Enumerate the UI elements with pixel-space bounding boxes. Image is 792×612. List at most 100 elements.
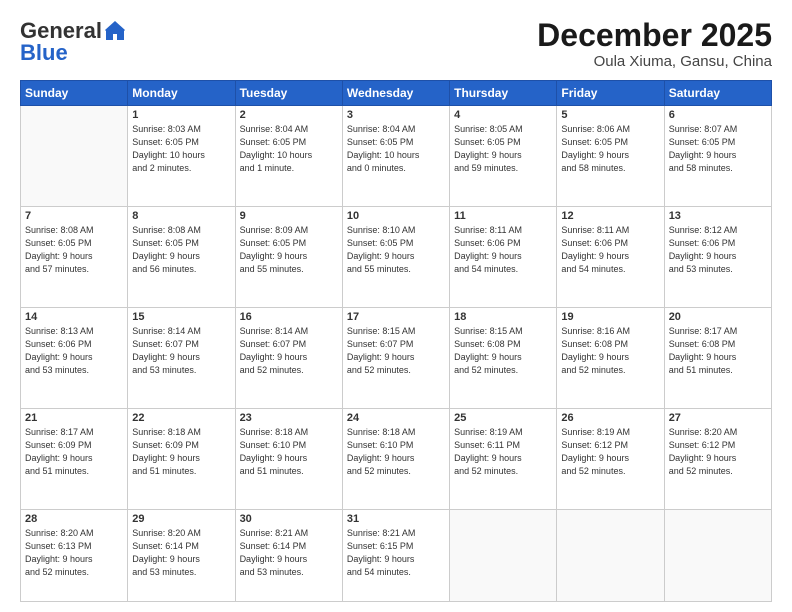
day-info: Sunrise: 8:18 AMSunset: 6:09 PMDaylight:… bbox=[132, 426, 230, 478]
day-number: 29 bbox=[132, 513, 230, 525]
day-number: 1 bbox=[132, 109, 230, 121]
table-row: 18 Sunrise: 8:15 AMSunset: 6:08 PMDayligh… bbox=[450, 307, 557, 408]
table-row: 21 Sunrise: 8:17 AMSunset: 6:09 PMDayligh… bbox=[21, 408, 128, 509]
day-number: 19 bbox=[561, 311, 659, 323]
day-info: Sunrise: 8:12 AMSunset: 6:06 PMDaylight:… bbox=[669, 224, 767, 276]
day-number: 13 bbox=[669, 210, 767, 222]
table-row: 5 Sunrise: 8:06 AMSunset: 6:05 PMDaylight… bbox=[557, 106, 664, 207]
table-row: 29 Sunrise: 8:20 AMSunset: 6:14 PMDayligh… bbox=[128, 509, 235, 601]
day-number: 24 bbox=[347, 412, 445, 424]
day-number: 14 bbox=[25, 311, 123, 323]
day-info: Sunrise: 8:03 AMSunset: 6:05 PMDaylight:… bbox=[132, 123, 230, 175]
table-row: 22 Sunrise: 8:18 AMSunset: 6:09 PMDayligh… bbox=[128, 408, 235, 509]
page: General Blue December 2025 Oula Xiuma, G… bbox=[0, 0, 792, 612]
header: General Blue December 2025 Oula Xiuma, G… bbox=[20, 18, 772, 70]
day-info: Sunrise: 8:06 AMSunset: 6:05 PMDaylight:… bbox=[561, 123, 659, 175]
table-row bbox=[450, 509, 557, 601]
table-row: 8Sunrise: 8:08 AMSunset: 6:05 PMDaylight… bbox=[128, 207, 235, 308]
day-number: 27 bbox=[669, 412, 767, 424]
day-info: Sunrise: 8:15 AMSunset: 6:08 PMDaylight:… bbox=[454, 325, 552, 377]
table-row: 28 Sunrise: 8:20 AMSunset: 6:13 PMDayligh… bbox=[21, 509, 128, 601]
month-title: December 2025 bbox=[537, 18, 772, 53]
day-number: 26 bbox=[561, 412, 659, 424]
day-number: 5 bbox=[561, 109, 659, 121]
table-row: 9 Sunrise: 8:09 AMSunset: 6:05 PMDaylight… bbox=[235, 207, 342, 308]
day-info: Sunrise: 8:09 AMSunset: 6:05 PMDaylight:… bbox=[240, 224, 338, 276]
day-info: Sunrise: 8:20 AMSunset: 6:14 PMDaylight:… bbox=[132, 527, 230, 579]
day-number: 17 bbox=[347, 311, 445, 323]
logo-blue-text: Blue bbox=[20, 40, 68, 66]
day-info: Sunrise: 8:18 AMSunset: 6:10 PMDaylight:… bbox=[347, 426, 445, 478]
day-number: 15 bbox=[132, 311, 230, 323]
day-number: 25 bbox=[454, 412, 552, 424]
table-row: 25Sunrise: 8:19 AMSunset: 6:11 PMDayligh… bbox=[450, 408, 557, 509]
table-row: 2 Sunrise: 8:04 AMSunset: 6:05 PMDaylight… bbox=[235, 106, 342, 207]
table-row: 27 Sunrise: 8:20 AMSunset: 6:12 PMDayligh… bbox=[664, 408, 771, 509]
day-number: 2 bbox=[240, 109, 338, 121]
day-info: Sunrise: 8:14 AMSunset: 6:07 PMDaylight:… bbox=[240, 325, 338, 377]
day-info: Sunrise: 8:15 AMSunset: 6:07 PMDaylight:… bbox=[347, 325, 445, 377]
col-monday: Monday bbox=[128, 81, 235, 106]
day-number: 9 bbox=[240, 210, 338, 222]
location: Oula Xiuma, Gansu, China bbox=[537, 53, 772, 70]
day-number: 23 bbox=[240, 412, 338, 424]
day-number: 30 bbox=[240, 513, 338, 525]
day-info: Sunrise: 8:08 AMSunset: 6:05 PMDaylight:… bbox=[25, 224, 123, 276]
table-row: 6 Sunrise: 8:07 AMSunset: 6:05 PMDaylight… bbox=[664, 106, 771, 207]
table-row: 14Sunrise: 8:13 AMSunset: 6:06 PMDayligh… bbox=[21, 307, 128, 408]
col-thursday: Thursday bbox=[450, 81, 557, 106]
col-sunday: Sunday bbox=[21, 81, 128, 106]
col-wednesday: Wednesday bbox=[342, 81, 449, 106]
day-info: Sunrise: 8:20 AMSunset: 6:12 PMDaylight:… bbox=[669, 426, 767, 478]
day-number: 6 bbox=[669, 109, 767, 121]
day-info: Sunrise: 8:11 AMSunset: 6:06 PMDaylight:… bbox=[454, 224, 552, 276]
day-info: Sunrise: 8:21 AMSunset: 6:14 PMDaylight:… bbox=[240, 527, 338, 579]
table-row: 15 Sunrise: 8:14 AMSunset: 6:07 PMDayligh… bbox=[128, 307, 235, 408]
table-row: 3Sunrise: 8:04 AMSunset: 6:05 PMDaylight… bbox=[342, 106, 449, 207]
title-section: December 2025 Oula Xiuma, Gansu, China bbox=[537, 18, 772, 70]
table-row: 26 Sunrise: 8:19 AMSunset: 6:12 PMDayligh… bbox=[557, 408, 664, 509]
day-number: 22 bbox=[132, 412, 230, 424]
day-info: Sunrise: 8:18 AMSunset: 6:10 PMDaylight:… bbox=[240, 426, 338, 478]
col-friday: Friday bbox=[557, 81, 664, 106]
table-row: 11 Sunrise: 8:11 AMSunset: 6:06 PMDayligh… bbox=[450, 207, 557, 308]
day-info: Sunrise: 8:05 AMSunset: 6:05 PMDaylight:… bbox=[454, 123, 552, 175]
table-row bbox=[557, 509, 664, 601]
table-row: 20Sunrise: 8:17 AMSunset: 6:08 PMDayligh… bbox=[664, 307, 771, 408]
day-info: Sunrise: 8:04 AMSunset: 6:05 PMDaylight:… bbox=[240, 123, 338, 175]
table-row: 24 Sunrise: 8:18 AMSunset: 6:10 PMDayligh… bbox=[342, 408, 449, 509]
day-number: 18 bbox=[454, 311, 552, 323]
day-number: 16 bbox=[240, 311, 338, 323]
day-number: 11 bbox=[454, 210, 552, 222]
logo: General Blue bbox=[20, 18, 126, 66]
table-row: 13 Sunrise: 8:12 AMSunset: 6:06 PMDayligh… bbox=[664, 207, 771, 308]
day-info: Sunrise: 8:11 AMSunset: 6:06 PMDaylight:… bbox=[561, 224, 659, 276]
table-row: 16 Sunrise: 8:14 AMSunset: 6:07 PMDayligh… bbox=[235, 307, 342, 408]
table-row: 23 Sunrise: 8:18 AMSunset: 6:10 PMDayligh… bbox=[235, 408, 342, 509]
table-row: 10Sunrise: 8:10 AMSunset: 6:05 PMDayligh… bbox=[342, 207, 449, 308]
day-number: 28 bbox=[25, 513, 123, 525]
day-number: 8 bbox=[132, 210, 230, 222]
table-row bbox=[21, 106, 128, 207]
day-info: Sunrise: 8:07 AMSunset: 6:05 PMDaylight:… bbox=[669, 123, 767, 175]
table-row: 31 Sunrise: 8:21 AMSunset: 6:15 PMDayligh… bbox=[342, 509, 449, 601]
logo-icon bbox=[104, 20, 126, 42]
day-info: Sunrise: 8:17 AMSunset: 6:08 PMDaylight:… bbox=[669, 325, 767, 377]
day-info: Sunrise: 8:17 AMSunset: 6:09 PMDaylight:… bbox=[25, 426, 123, 478]
table-row: 19Sunrise: 8:16 AMSunset: 6:08 PMDayligh… bbox=[557, 307, 664, 408]
col-saturday: Saturday bbox=[664, 81, 771, 106]
day-number: 3 bbox=[347, 109, 445, 121]
day-info: Sunrise: 8:20 AMSunset: 6:13 PMDaylight:… bbox=[25, 527, 123, 579]
table-row: 4Sunrise: 8:05 AMSunset: 6:05 PMDaylight… bbox=[450, 106, 557, 207]
day-info: Sunrise: 8:19 AMSunset: 6:12 PMDaylight:… bbox=[561, 426, 659, 478]
table-row bbox=[664, 509, 771, 601]
day-number: 21 bbox=[25, 412, 123, 424]
day-number: 7 bbox=[25, 210, 123, 222]
table-row: 1 Sunrise: 8:03 AMSunset: 6:05 PMDaylight… bbox=[128, 106, 235, 207]
col-tuesday: Tuesday bbox=[235, 81, 342, 106]
day-info: Sunrise: 8:21 AMSunset: 6:15 PMDaylight:… bbox=[347, 527, 445, 579]
day-number: 31 bbox=[347, 513, 445, 525]
day-info: Sunrise: 8:14 AMSunset: 6:07 PMDaylight:… bbox=[132, 325, 230, 377]
day-number: 12 bbox=[561, 210, 659, 222]
day-number: 10 bbox=[347, 210, 445, 222]
